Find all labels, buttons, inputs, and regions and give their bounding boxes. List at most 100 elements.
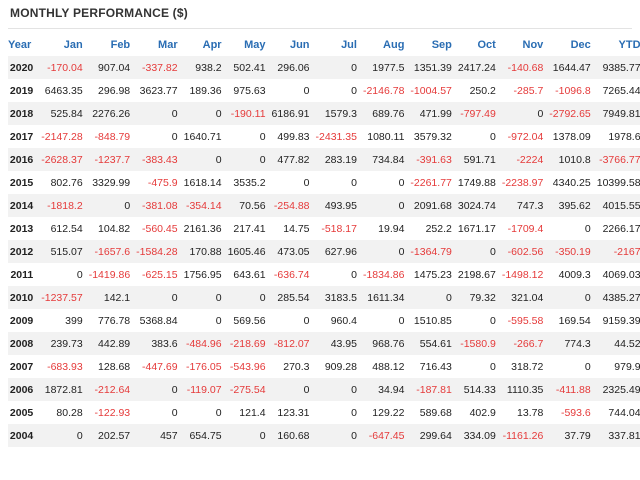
month-value-cell: 0	[227, 424, 272, 447]
month-value-cell: 1872.81	[41, 378, 89, 401]
month-value-cell: 334.09	[457, 424, 502, 447]
ytd-cell: 4015.55	[596, 194, 640, 217]
month-value-cell: -595.58	[501, 309, 550, 332]
column-header-jun: Jun	[289, 39, 310, 51]
month-value-cell: -383.43	[136, 148, 184, 171]
title-divider	[8, 28, 632, 29]
month-value-cell: 0	[457, 355, 502, 378]
month-value-cell: 2417.24	[457, 56, 502, 79]
table-row: 2004 0 202.57 457 654.75 0 160.68 0 -647.45 299.6…	[8, 424, 640, 447]
month-value-cell: 0	[315, 424, 363, 447]
month-value-cell: -447.69	[136, 355, 184, 378]
month-value-cell: -285.7	[501, 79, 550, 102]
month-value-cell: -1419.86	[88, 263, 137, 286]
month-value-cell: 37.79	[549, 424, 597, 447]
column-header-oct: Oct	[477, 39, 496, 51]
month-value-cell: 0	[315, 171, 363, 194]
month-value-cell: -140.68	[501, 56, 550, 79]
month-value-cell: -275.54	[227, 378, 272, 401]
month-value-cell: 202.57	[88, 424, 137, 447]
month-value-cell: 1644.47	[549, 56, 597, 79]
month-value-cell: 734.84	[362, 148, 411, 171]
month-value-cell: 0	[227, 125, 272, 148]
month-value-cell: 2161.36	[183, 217, 228, 240]
month-value-cell: 160.68	[271, 424, 316, 447]
month-value-cell: 1611.34	[362, 286, 411, 309]
month-value-cell: 1640.71	[183, 125, 228, 148]
table-row: 2015 802.76 3329.99 -475.9 1618.14 3535.2 0 0 0-…	[8, 171, 640, 194]
month-value-cell: 0	[136, 102, 184, 125]
month-value-cell: 1749.88	[457, 171, 502, 194]
month-value-cell: 5368.84	[136, 309, 184, 332]
month-value-cell: -1834.86	[362, 263, 411, 286]
month-value-cell: 0	[457, 240, 502, 263]
month-value-cell: 776.78	[88, 309, 137, 332]
month-value-cell: 0	[315, 263, 363, 286]
table-row: 2005 80.28 -122.93 0 0 121.4 123.31 0 129.22 589.…	[8, 401, 640, 424]
month-value-cell: -683.93	[41, 355, 89, 378]
month-value-cell: -2238.97	[501, 171, 550, 194]
month-value-cell: 399	[41, 309, 89, 332]
table-body: 2020 -170.04 907.04 -337.82 938.2 502.41 296.0…	[8, 56, 640, 447]
column-header-jan: Jan	[63, 39, 83, 51]
month-value-cell: 14.75	[271, 217, 316, 240]
month-value-cell: 3183.5	[315, 286, 363, 309]
month-value-cell: -797.49	[457, 102, 502, 125]
month-value-cell: 142.1	[88, 286, 137, 309]
month-value-cell: 499.83	[271, 125, 316, 148]
ytd-cell: 337.81	[596, 424, 640, 447]
month-value-cell: -593.6	[549, 401, 597, 424]
month-value-cell: 270.3	[271, 355, 316, 378]
column-header-jul: Jul	[341, 39, 357, 51]
month-value-cell: 123.31	[271, 401, 316, 424]
month-value-cell: -354.14	[183, 194, 228, 217]
month-value-cell: -2147.28	[41, 125, 89, 148]
month-value-cell: -2431.35	[315, 125, 363, 148]
month-value-cell: 285.54	[271, 286, 316, 309]
month-value-cell: -1364.79	[410, 240, 458, 263]
month-value-cell: 189.36	[183, 79, 228, 102]
month-value-cell: -647.45	[362, 424, 411, 447]
month-value-cell: 0	[183, 309, 228, 332]
month-value-cell: 627.96	[315, 240, 363, 263]
month-value-cell: 1080.11	[362, 125, 411, 148]
table-row: 2020 -170.04 907.04 -337.82 938.2 502.41 296.0…	[8, 56, 640, 79]
month-value-cell: 383.6	[136, 332, 184, 355]
month-value-cell: 477.82	[271, 148, 316, 171]
month-value-cell: -1237.57	[41, 286, 89, 309]
month-value-cell: 121.4	[227, 401, 272, 424]
month-value-cell: 1977.5	[362, 56, 411, 79]
month-value-cell: 0	[183, 102, 228, 125]
month-value-cell: 3535.2	[227, 171, 272, 194]
month-value-cell: -190.11	[227, 102, 272, 125]
month-value-cell: 0	[227, 286, 272, 309]
month-value-cell: 569.56	[227, 309, 272, 332]
month-value-cell: 0	[271, 309, 316, 332]
table-row: 2019 6463.35 296.98 3623.77 189.36 975.63 0 0 -2…	[8, 79, 640, 102]
month-value-cell: -1580.9	[457, 332, 502, 355]
month-value-cell: 774.3	[549, 332, 597, 355]
month-value-cell: 909.28	[315, 355, 363, 378]
month-value-cell: -625.15	[136, 263, 184, 286]
month-value-cell: -337.82	[136, 56, 184, 79]
month-value-cell: -176.05	[183, 355, 228, 378]
column-header-may: May	[244, 39, 266, 51]
table-row: 2011 0 -1419.86 -625.15 1756.95 643.61 -636.74…	[8, 263, 640, 286]
month-value-cell: 471.99	[410, 102, 458, 125]
month-value-cell: 80.28	[41, 401, 89, 424]
month-value-cell: 488.12	[362, 355, 411, 378]
year-cell: 2007	[8, 355, 42, 378]
month-value-cell: 6463.35	[41, 79, 89, 102]
ytd-cell: 2325.49	[596, 378, 640, 401]
month-value-cell: 79.32	[457, 286, 502, 309]
month-value-cell: 129.22	[362, 401, 411, 424]
ytd-cell: -2167	[596, 240, 640, 263]
ytd-cell: 7949.81	[596, 102, 640, 125]
month-value-cell: -119.07	[183, 378, 228, 401]
month-value-cell: -1161.26	[501, 424, 550, 447]
table-row: 2017 -2147.28 -848.79 0 1640.71 0 499.83 -2431.…	[8, 125, 640, 148]
month-value-cell: 0	[315, 401, 363, 424]
month-value-cell: 975.63	[227, 79, 272, 102]
month-value-cell: 0	[362, 171, 411, 194]
month-value-cell: 296.98	[88, 79, 137, 102]
